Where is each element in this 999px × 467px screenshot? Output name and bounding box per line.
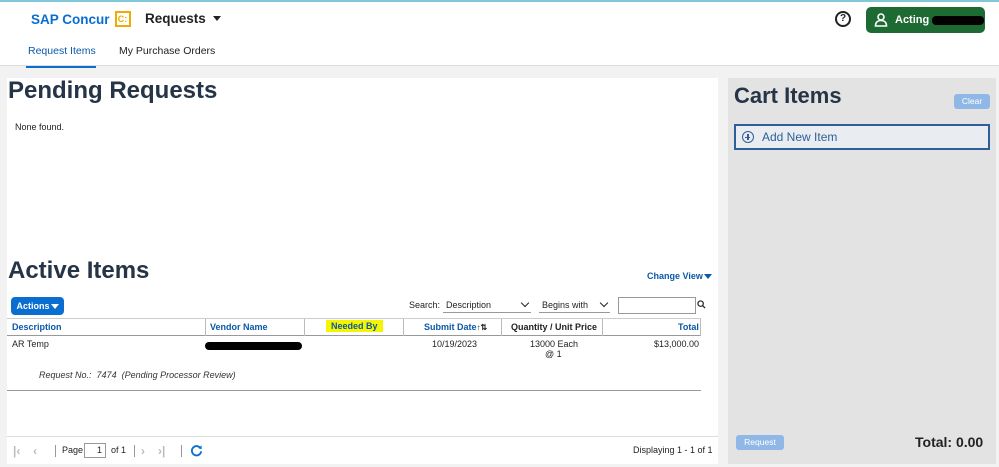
row-total: $13,000.00	[654, 339, 700, 349]
column-vendor-name[interactable]: Vendor Name	[210, 322, 268, 332]
main-panel: Pending Requests None found. Active Item…	[7, 77, 718, 464]
page-label: Page	[62, 445, 84, 455]
caret-down-icon	[703, 273, 712, 279]
search-mode-select[interactable]: Begins with	[539, 297, 610, 313]
search-input[interactable]	[618, 297, 696, 314]
refresh-icon[interactable]	[190, 444, 203, 457]
redacted-vendor-name	[205, 342, 302, 350]
actions-button[interactable]: Actions	[11, 297, 64, 315]
column-separator	[403, 319, 404, 336]
request-button[interactable]: Request	[736, 435, 784, 450]
requests-menu[interactable]: Requests	[145, 11, 221, 26]
request-no-value: 7474	[96, 370, 117, 380]
request-no-label: Request No.:	[39, 370, 92, 380]
active-items-title: Active Items	[8, 257, 150, 284]
chevron-down-icon	[520, 298, 530, 308]
column-separator	[501, 319, 502, 336]
column-quantity-unit-price: Quantity / Unit Price	[511, 322, 598, 332]
caret-down-icon	[50, 303, 59, 309]
search-label: Search:	[409, 300, 441, 310]
next-page-icon[interactable]: ›	[141, 444, 145, 458]
change-view-label: Change View	[647, 271, 703, 281]
pending-empty-text: None found.	[15, 122, 65, 132]
help-icon[interactable]: ?	[835, 11, 851, 27]
requests-menu-label: Requests	[145, 11, 206, 26]
tab-bar: Request Items My Purchase Orders	[0, 38, 999, 68]
logo-mark-icon: C:	[114, 11, 131, 27]
search-field-select[interactable]: Description	[443, 297, 531, 313]
cart-panel: Cart Items Clear Add New Item Request To…	[728, 78, 996, 464]
submit-date-label: Submit Date	[424, 322, 477, 332]
sap-concur-logo[interactable]: SAP Concur C:	[31, 11, 131, 27]
search-icon[interactable]	[697, 300, 706, 309]
previous-page-icon[interactable]: ‹	[33, 444, 37, 458]
column-separator	[205, 319, 206, 336]
items-grid-header: Description Vendor Name Needed By Submit…	[7, 318, 701, 336]
pagination-bar: |‹ ‹ Page 1 of 1 › ›| Displaying 1 - 1 o…	[7, 436, 718, 464]
row-quantity: 13000 Each	[530, 339, 579, 349]
last-page-icon[interactable]: ›|	[158, 444, 165, 458]
displaying-count: Displaying 1 - 1 of 1	[633, 445, 713, 455]
top-bar: SAP Concur C: Requests ? Acting Request …	[0, 0, 999, 68]
request-status: (Pending Processor Review)	[121, 370, 236, 380]
tab-my-purchase-orders[interactable]: My Purchase Orders	[119, 45, 215, 57]
redacted-user-name	[932, 15, 985, 25]
row-unit-price: @ 1	[545, 349, 562, 359]
user-group-icon	[874, 13, 888, 27]
row-submit-date: 10/19/2023	[432, 339, 478, 349]
row-divider	[7, 390, 701, 391]
actions-label: Actions	[16, 301, 50, 311]
column-separator	[602, 319, 603, 336]
first-page-icon[interactable]: |‹	[13, 444, 20, 458]
tab-request-items[interactable]: Request Items	[28, 45, 96, 57]
change-view-link[interactable]: Change View	[647, 271, 712, 281]
column-separator	[700, 319, 701, 336]
pager-separator	[55, 445, 56, 457]
clear-button[interactable]: Clear	[954, 94, 990, 109]
row-description: AR Temp	[12, 339, 49, 349]
caret-down-icon	[212, 16, 221, 21]
search-mode-value: Begins with	[542, 299, 589, 310]
column-needed-by[interactable]: Needed By	[326, 320, 383, 332]
chevron-down-icon	[599, 298, 609, 308]
plus-circle-icon	[742, 131, 754, 143]
pager-separator	[181, 445, 182, 457]
acting-label: Acting	[895, 14, 930, 26]
column-submit-date[interactable]: Submit Date↑⇅	[424, 322, 487, 332]
needed-by-highlight: Needed By	[326, 320, 383, 332]
sort-ascending-icon: ↑⇅	[476, 323, 488, 332]
page-count: of 1	[111, 445, 127, 455]
column-description[interactable]: Description	[12, 322, 62, 332]
add-new-item-button[interactable]: Add New Item	[734, 124, 990, 150]
page-number-input[interactable]: 1	[84, 443, 106, 458]
acting-as-button[interactable]: Acting	[866, 7, 985, 33]
active-tab-indicator	[26, 66, 96, 68]
pending-requests-title: Pending Requests	[8, 77, 218, 104]
pager-separator	[134, 445, 135, 457]
cart-items-title: Cart Items	[734, 83, 842, 108]
logo-text: SAP Concur	[31, 11, 110, 27]
search-field-value: Description	[446, 299, 492, 310]
cart-total: Total: 0.00	[915, 434, 984, 450]
add-new-item-label: Add New Item	[762, 130, 838, 144]
row-request-number: Request No.: 7474 (Pending Processor Rev…	[39, 370, 236, 380]
column-separator	[304, 319, 305, 336]
column-total[interactable]: Total	[678, 322, 699, 332]
